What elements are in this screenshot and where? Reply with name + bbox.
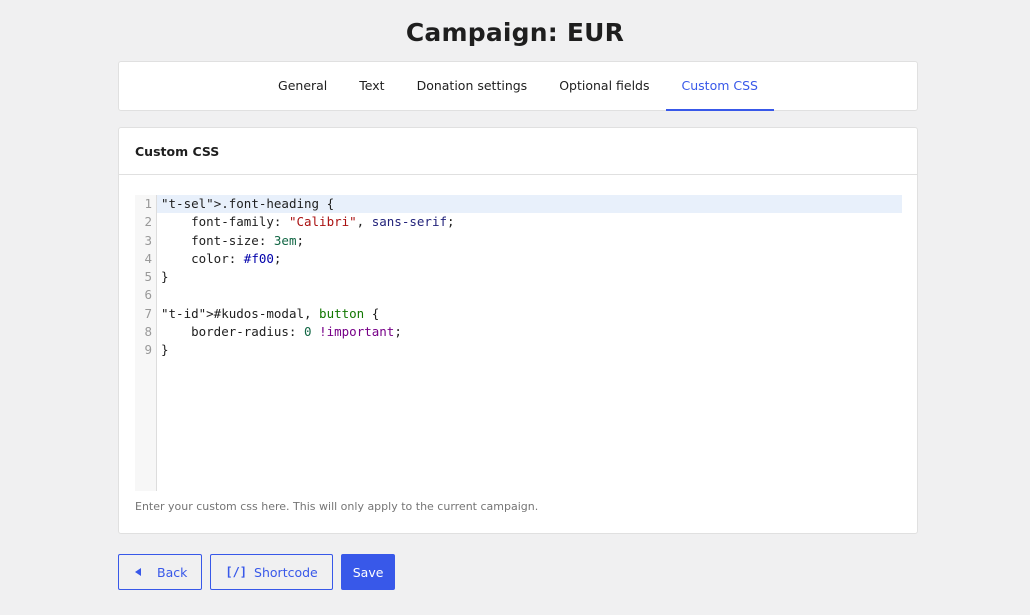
line-number-gutter: 1 2 3 4 5 6 7 8 9: [135, 195, 157, 491]
help-text: Enter your custom css here. This will on…: [135, 500, 539, 513]
shortcode-button[interactable]: [/] Shortcode: [210, 554, 333, 590]
tab-optional-fields[interactable]: Optional fields: [543, 62, 665, 111]
page-title: Campaign: EUR: [405, 18, 625, 47]
tab-general[interactable]: General: [262, 62, 343, 111]
tab-text[interactable]: Text: [343, 62, 400, 111]
line-number: 9: [144, 342, 152, 358]
shortcode-icon: [/]: [225, 565, 248, 579]
code-line[interactable]: border-radius: 0 !important;: [157, 323, 902, 341]
line-number: 1: [144, 196, 152, 211]
save-button[interactable]: Save: [340, 554, 396, 590]
code-line[interactable]: "t-sel">.font-heading {: [157, 195, 902, 214]
line-number: 4: [144, 250, 152, 266]
custom-css-panel: Custom CSS 1 2 3 4 5 6 7 8 9 "t-sel">.fo…: [118, 127, 918, 534]
back-arrow-icon: [135, 568, 141, 576]
code-line[interactable]: }: [157, 268, 902, 286]
back-label: Back: [157, 564, 188, 580]
action-bar: Back [/] Shortcode Save: [118, 554, 396, 590]
panel-title: Custom CSS: [119, 128, 917, 175]
line-number: 7: [144, 305, 152, 321]
line-number: 2: [144, 214, 152, 230]
tab-bar: General Text Donation settings Optional …: [118, 61, 918, 111]
back-button[interactable]: Back: [118, 554, 203, 590]
css-code-editor[interactable]: 1 2 3 4 5 6 7 8 9 "t-sel">.font-heading …: [135, 195, 902, 491]
tab-custom-css[interactable]: Custom CSS: [665, 62, 774, 111]
tab-donation-settings[interactable]: Donation settings: [401, 62, 544, 111]
line-number: 3: [144, 232, 152, 248]
code-line[interactable]: font-size: 3em;: [157, 232, 902, 250]
line-number: 6: [144, 287, 152, 303]
line-number: 5: [144, 269, 152, 285]
shortcode-label: Shortcode: [254, 564, 318, 580]
code-line[interactable]: font-family: "Calibri", sans-serif;: [157, 213, 902, 231]
code-area[interactable]: "t-sel">.font-heading { font-family: "Ca…: [157, 195, 902, 491]
code-line[interactable]: [157, 286, 902, 304]
code-line[interactable]: color: #f00;: [157, 250, 902, 268]
code-line[interactable]: }: [157, 341, 902, 359]
code-line[interactable]: "t-id">#kudos-modal, button {: [157, 305, 902, 323]
line-number: 8: [144, 324, 152, 340]
